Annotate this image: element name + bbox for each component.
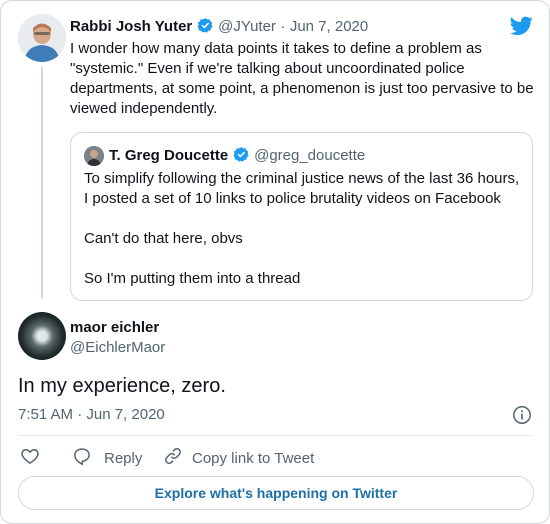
info-icon[interactable]: [512, 405, 532, 430]
maor-eichler-avatar[interactable]: [18, 312, 66, 360]
reply-label: Reply: [104, 449, 143, 467]
quoted-text-line: So I'm putting them into a thread: [84, 270, 301, 287]
tweet-embed-card: Rabbi Josh Yuter @JYuter · Jun 7, 2020 I…: [0, 0, 550, 524]
parent-tweet-text: I wonder how many data points it takes t…: [70, 39, 534, 119]
reply-tweet-text: In my experience, zero.: [18, 375, 226, 397]
copy-link-button[interactable]: Copy link to Tweet: [163, 446, 314, 470]
parent-date[interactable]: Jun 7, 2020: [290, 18, 368, 35]
josh-yuter-avatar[interactable]: [18, 14, 66, 62]
heart-icon: [20, 446, 40, 470]
quoted-handle: @greg_doucette: [254, 147, 366, 164]
copy-link-label: Copy link to Tweet: [192, 449, 315, 467]
reply-handle[interactable]: @EichlerMaor: [70, 339, 165, 356]
divider: [18, 435, 532, 436]
parent-text-line: I wonder how many data points it takes t…: [70, 40, 482, 57]
parent-text-line: "systemic." Even if we're talking about …: [70, 60, 465, 77]
parent-text-line: departments, at some point, a phenomenon…: [70, 80, 534, 97]
reply-button[interactable]: Reply: [72, 446, 142, 470]
verified-badge-icon: [197, 17, 214, 39]
quoted-text-line: Can't do that here, obvs: [84, 230, 243, 247]
parent-handle[interactable]: @JYuter: [218, 18, 276, 35]
quoted-tweet-card[interactable]: T. Greg Doucette @greg_doucette To simpl…: [70, 132, 533, 301]
quoted-tweet-header: T. Greg Doucette @greg_doucette: [109, 146, 365, 168]
like-button[interactable]: [20, 446, 40, 470]
parent-tweet-header: Rabbi Josh Yuter @JYuter · Jun 7, 2020: [70, 17, 368, 39]
greg-doucette-avatar: [84, 146, 104, 166]
speech-bubble-icon: [72, 446, 92, 470]
link-icon: [163, 446, 183, 470]
thread-connector-line: [41, 67, 43, 299]
quoted-author-name: T. Greg Doucette: [109, 147, 229, 164]
avatar-photo-icon: [84, 146, 104, 166]
parent-author-name[interactable]: Rabbi Josh Yuter: [70, 18, 192, 35]
verified-badge-icon: [233, 146, 250, 168]
parent-text-line: viewed independently.: [70, 100, 218, 117]
quoted-text-line: I posted a set of 10 links to police bru…: [84, 190, 501, 207]
avatar-photo-icon: [18, 14, 66, 62]
explore-twitter-button[interactable]: Explore what's happening on Twitter: [18, 476, 534, 510]
separator-dot: ·: [280, 18, 286, 35]
reply-author-name[interactable]: maor eichler: [70, 319, 159, 336]
reply-timestamp[interactable]: 7:51 AM · Jun 7, 2020: [18, 406, 165, 423]
twitter-bird-icon[interactable]: [510, 16, 533, 41]
explore-label: Explore what's happening on Twitter: [154, 485, 398, 501]
quoted-text-line: To simplify following the criminal justi…: [84, 170, 520, 187]
